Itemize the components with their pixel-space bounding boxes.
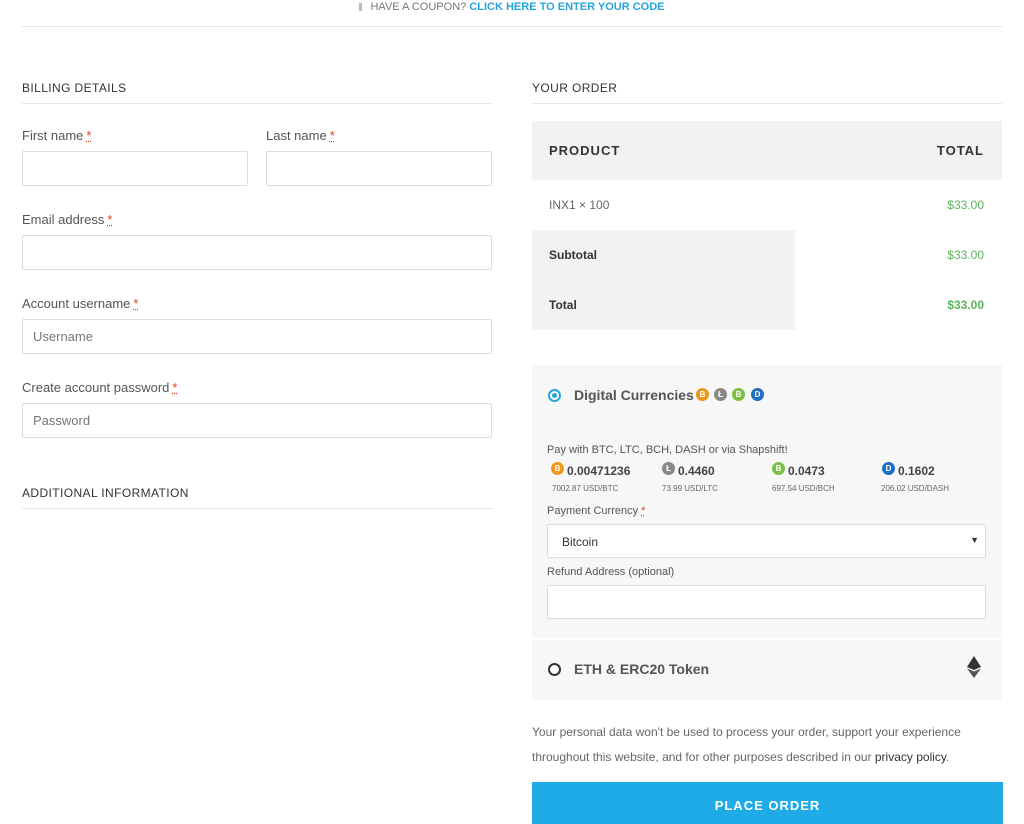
bitcoin-cash-icon: B [732, 388, 745, 401]
payment-currency-value: Bitcoin [562, 535, 599, 549]
email-input[interactable] [22, 235, 492, 270]
btc-amount: 0.00471236 [567, 464, 631, 478]
product-column-header: PRODUCT [549, 143, 621, 158]
eth-erc20-radio[interactable] [548, 663, 561, 676]
digital-currencies-description: Pay with BTC, LTC, BCH, DASH or via Shap… [547, 444, 788, 456]
payment-divider [532, 638, 1002, 640]
coupon-bar: HAVE A COUPON? CLICK HERE TO ENTER YOUR … [22, 0, 1002, 27]
required-mark: * [133, 296, 139, 311]
bch-rate: 697.54 USD/BCH [772, 484, 835, 493]
coupon-link[interactable]: CLICK HERE TO ENTER YOUR CODE [469, 1, 664, 13]
subtotal-row: Subtotal $33.00 [532, 230, 1002, 280]
eth-erc20-title[interactable]: ETH & ERC20 Token [574, 661, 709, 677]
required-mark: * [107, 212, 113, 227]
payment-currency-label: Payment Currency * [547, 505, 645, 517]
first-name-input[interactable] [22, 151, 248, 186]
ltc-rate: 73.99 USD/LTC [662, 484, 718, 493]
your-order-heading: YOUR ORDER [532, 81, 1002, 104]
dash-icon: D [751, 388, 764, 401]
order-item-row: INX1 × 100 $33.00 [532, 180, 1002, 230]
digital-currencies-title[interactable]: Digital Currencies [574, 387, 694, 403]
last-name-input[interactable] [266, 151, 492, 186]
payment-currency-select[interactable]: Bitcoin ▼ [547, 524, 986, 558]
refund-address-input[interactable] [547, 585, 986, 619]
privacy-end: . [946, 750, 950, 764]
dash-icon: D [882, 462, 895, 475]
bch-amount: 0.0473 [788, 464, 825, 478]
email-label: Email address * [22, 212, 112, 227]
privacy-policy-link[interactable]: privacy policy [875, 750, 946, 764]
litecoin-icon: Ł [714, 388, 727, 401]
btc-rate: 7002.87 USD/BTC [552, 484, 619, 493]
refund-address-label: Refund Address (optional) [547, 566, 675, 578]
litecoin-icon: Ł [662, 462, 675, 475]
billing-details-heading: BILLING DETAILS [22, 81, 492, 104]
subtotal-label: Subtotal [549, 248, 597, 262]
bitcoin-cash-icon: B [772, 462, 785, 475]
total-column-header: TOTAL [936, 143, 984, 158]
ethereum-icon [967, 656, 981, 678]
bitcoin-icon: B [696, 388, 709, 401]
order-table: PRODUCT TOTAL INX1 × 100 $33.00 Subtotal… [532, 121, 1002, 330]
username-label-text: Account username [22, 296, 131, 311]
additional-information-heading: ADDITIONAL INFORMATION [22, 486, 492, 509]
place-order-button[interactable]: PLACE ORDER [532, 782, 1003, 824]
required-mark: * [86, 128, 92, 143]
password-label-text: Create account password [22, 380, 170, 395]
password-label: Create account password * [22, 380, 177, 395]
payment-currency-label-text: Payment Currency [547, 505, 639, 517]
first-name-label: First name * [22, 128, 91, 143]
digital-currencies-radio[interactable] [548, 389, 561, 402]
username-label: Account username * [22, 296, 138, 311]
ltc-amount: 0.4460 [678, 464, 715, 478]
last-name-label: Last name * [266, 128, 335, 143]
bitcoin-icon: B [551, 462, 564, 475]
total-label: Total [549, 298, 577, 312]
required-mark: * [641, 505, 646, 517]
first-name-label-text: First name [22, 128, 84, 143]
order-item-name: INX1 × 100 [549, 198, 610, 212]
required-mark: * [172, 380, 178, 395]
required-mark: * [329, 128, 335, 143]
total-value: $33.00 [947, 298, 984, 312]
last-name-label-text: Last name [266, 128, 327, 143]
total-row: Total $33.00 [532, 280, 1002, 330]
order-item-total: $33.00 [947, 198, 984, 212]
password-input[interactable] [22, 403, 492, 438]
chevron-down-icon: ▼ [970, 535, 979, 545]
privacy-notice: Your personal data won't be used to proc… [532, 720, 1002, 770]
dash-amount: 0.1602 [898, 464, 935, 478]
order-table-header: PRODUCT TOTAL [532, 121, 1002, 180]
coupon-prompt: HAVE A COUPON? [370, 1, 467, 13]
dash-rate: 206.02 USD/DASH [881, 484, 950, 493]
email-label-text: Email address [22, 212, 105, 227]
username-input[interactable] [22, 319, 492, 354]
info-icon [359, 3, 363, 11]
subtotal-value: $33.00 [947, 248, 984, 262]
